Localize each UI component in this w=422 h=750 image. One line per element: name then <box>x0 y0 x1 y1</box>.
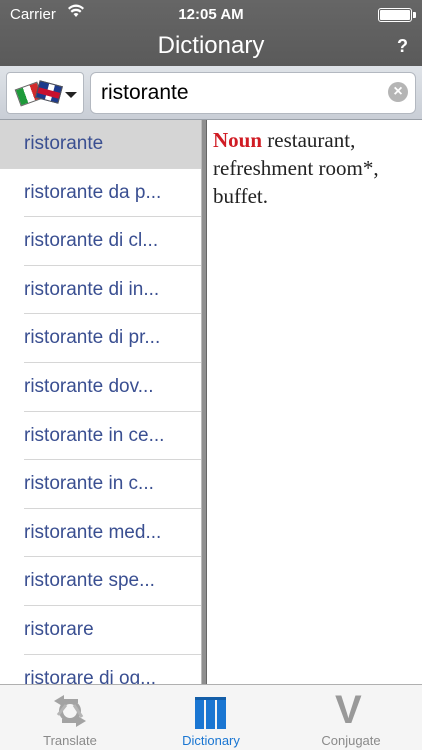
list-item[interactable]: ristorante di pr... <box>24 314 201 363</box>
tab-dictionary[interactable]: Dictionary <box>141 685 281 750</box>
search-input[interactable]: ristorante <box>90 72 416 114</box>
list-item[interactable]: ristorante in ce... <box>24 412 201 461</box>
list-item[interactable]: ristorante di in... <box>24 266 201 315</box>
search-row: ristorante <box>0 66 422 120</box>
tab-label: Conjugate <box>321 733 381 748</box>
list-item[interactable]: ristorante dov... <box>24 363 201 412</box>
translate-icon <box>54 695 86 727</box>
part-of-speech: Noun <box>213 128 263 152</box>
clear-search-icon[interactable]: × <box>388 82 408 102</box>
uk-flag-icon <box>35 80 63 104</box>
conjugate-icon: V <box>335 688 362 732</box>
list-item[interactable]: ristorare di og... <box>24 655 201 684</box>
tab-translate[interactable]: Translate <box>0 685 140 750</box>
tab-label: Dictionary <box>182 733 240 748</box>
list-item[interactable]: ristorante in c... <box>24 460 201 509</box>
list-item[interactable]: ristorare <box>24 606 201 655</box>
status-bar: Carrier 12:05 AM <box>0 0 422 30</box>
chevron-down-icon <box>65 92 77 98</box>
definition-panel: Noun restaurant, refreshment room*, buff… <box>206 120 422 684</box>
list-item[interactable]: ristorante di cl... <box>24 217 201 266</box>
battery-icon <box>378 8 416 22</box>
list-item[interactable]: ristorante da p... <box>24 169 201 218</box>
tab-conjugate[interactable]: V Conjugate <box>281 685 421 750</box>
language-selector-button[interactable] <box>6 72 84 114</box>
list-item[interactable]: ristorante med... <box>24 509 201 558</box>
tab-bar: Translate Dictionary V Conjugate <box>0 684 422 750</box>
word-list[interactable]: ristorante ristorante da p... ristorante… <box>0 120 202 684</box>
tab-label: Translate <box>43 733 97 748</box>
page-title: Dictionary <box>157 32 265 59</box>
list-item[interactable]: ristorante spe... <box>24 557 201 606</box>
help-button[interactable]: ? <box>397 36 408 57</box>
top-bar: Carrier 12:05 AM Dictionary ? <box>0 0 422 66</box>
dictionary-icon <box>195 697 226 729</box>
list-item[interactable]: ristorante <box>0 120 201 169</box>
status-time: 12:05 AM <box>178 6 244 23</box>
